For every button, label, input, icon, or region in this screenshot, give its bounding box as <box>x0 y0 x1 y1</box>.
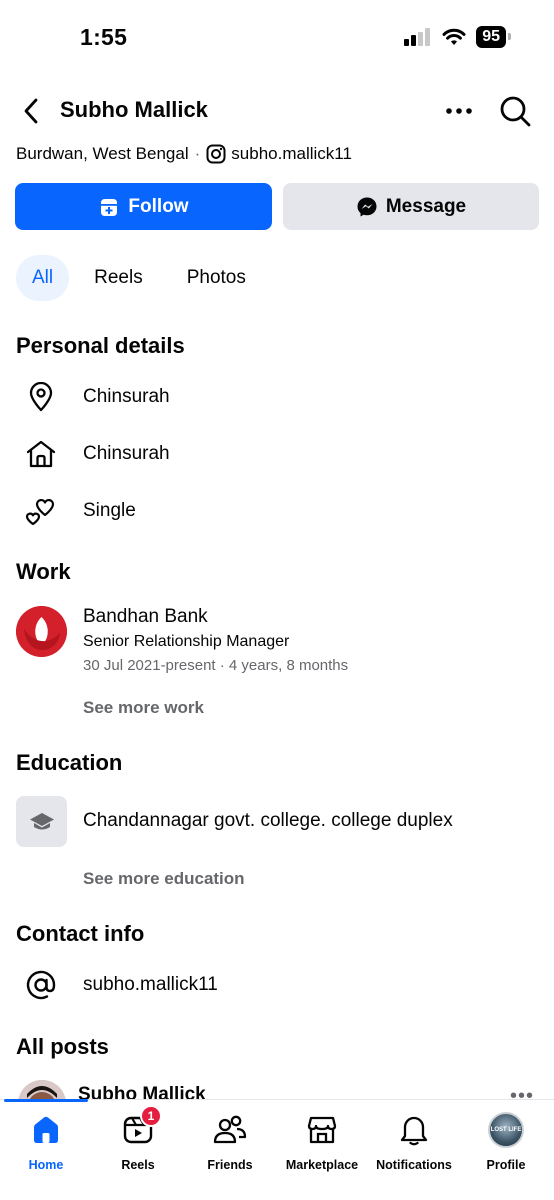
profile-header: Subho Mallick <box>0 86 554 134</box>
nav-friends[interactable]: Friends <box>184 1112 276 1172</box>
work-role: Senior Relationship Manager <box>83 633 290 650</box>
location-pin-icon <box>16 382 66 412</box>
nav-profile-label: Profile <box>486 1158 526 1172</box>
instagram-icon <box>206 144 226 164</box>
instagram-link[interactable]: subho.mallick11 <box>231 144 352 164</box>
separator-dot: · <box>194 144 201 163</box>
battery-indicator: 95 <box>476 26 511 48</box>
status-icons: 95 <box>404 26 511 48</box>
chevron-left-icon <box>24 98 38 124</box>
marketplace-icon <box>306 1112 338 1148</box>
section-title-education: Education <box>16 750 123 775</box>
work-entry[interactable]: Bandhan Bank Senior Relationship Manager… <box>83 605 348 677</box>
search-button[interactable] <box>496 92 534 130</box>
contact-handle-text[interactable]: subho.mallick11 <box>83 974 218 996</box>
nav-marketplace-label: Marketplace <box>285 1158 359 1172</box>
more-horizontal-icon <box>446 108 472 114</box>
tab-reels[interactable]: Reels <box>75 255 162 301</box>
tab-photos[interactable]: Photos <box>168 255 265 301</box>
avatar[interactable] <box>18 1080 66 1100</box>
bell-icon <box>399 1112 429 1148</box>
profile-tabs: All Reels Photos <box>16 255 265 301</box>
nav-reels-label: Reels <box>121 1158 155 1172</box>
page-title: Subho Mallick <box>60 97 208 122</box>
education-school[interactable]: Chandannagar govt. college. college dupl… <box>83 810 453 832</box>
nav-profile[interactable]: LOST LIFE Profile <box>460 1112 552 1172</box>
bottom-navigation: Home 1 Reels Friends Marketplace Notific… <box>0 1099 554 1200</box>
home-icon <box>16 439 66 469</box>
graduation-cap-icon <box>16 796 67 847</box>
message-button[interactable]: Message <box>283 183 539 230</box>
hometown-text: Chinsurah <box>83 443 170 464</box>
nav-reels[interactable]: 1 Reels <box>92 1105 184 1172</box>
nav-friends-label: Friends <box>207 1158 253 1172</box>
follow-label: Follow <box>128 195 189 217</box>
status-time: 1:55 <box>80 24 128 50</box>
post-more-button[interactable]: ••• <box>510 1085 534 1100</box>
home-icon <box>30 1112 62 1148</box>
nav-marketplace[interactable]: Marketplace <box>276 1112 368 1172</box>
hearts-icon <box>16 495 66 527</box>
post-preview: Subho Mallick ••• <box>0 1078 554 1100</box>
see-more-work-link[interactable]: See more work <box>83 698 204 718</box>
active-tab-indicator <box>4 1099 88 1102</box>
detail-row-contact: subho.mallick11 <box>16 963 536 1007</box>
relationship-text: Single <box>83 500 136 521</box>
detail-row-hometown: Chinsurah <box>16 432 536 476</box>
detail-row-current-city: Chinsurah <box>16 375 536 419</box>
section-title-contact-info: Contact info <box>16 921 145 946</box>
nav-home[interactable]: Home <box>0 1112 92 1172</box>
profile-subline: Burdwan, West Bengal · subho.mallick11 <box>16 144 352 164</box>
bandhan-bank-logo <box>16 606 67 657</box>
friends-icon <box>213 1112 247 1148</box>
work-dates: 30 Jul 2021-present · 4 years, 8 months <box>83 657 349 674</box>
see-more-education-link[interactable]: See more education <box>83 869 245 889</box>
cellular-signal-icon <box>404 28 431 46</box>
more-options-button[interactable] <box>440 94 478 128</box>
messenger-icon <box>357 197 377 216</box>
status-bar: 1:55 95 <box>0 0 554 76</box>
profile-avatar: LOST LIFE <box>488 1112 524 1148</box>
search-icon <box>500 96 531 127</box>
tab-all[interactable]: All <box>16 255 70 301</box>
nav-notifications-label: Notifications <box>376 1158 452 1172</box>
follow-add-icon <box>101 198 118 216</box>
follow-button[interactable]: Follow <box>15 183 272 230</box>
nav-home-label: Home <box>28 1158 64 1172</box>
section-title-personal-details: Personal details <box>16 333 185 358</box>
profile-actions: Follow Message <box>15 183 539 230</box>
section-title-all-posts: All posts <box>16 1034 109 1059</box>
profile-location: Burdwan, West Bengal <box>16 144 189 163</box>
message-label: Message <box>385 195 467 217</box>
work-company: Bandhan Bank <box>83 606 208 627</box>
current-city-text: Chinsurah <box>83 386 170 407</box>
detail-row-relationship: Single <box>16 489 536 533</box>
back-button[interactable] <box>14 94 48 128</box>
at-sign-icon <box>16 969 66 1001</box>
profile-avatar-wrap: LOST LIFE <box>488 1112 524 1148</box>
section-title-work: Work <box>16 559 71 584</box>
nav-notifications[interactable]: Notifications <box>368 1112 460 1172</box>
wifi-icon <box>442 28 466 45</box>
post-author[interactable]: Subho Mallick <box>78 1084 206 1100</box>
notification-badge: 1 <box>140 1105 162 1127</box>
reels-icon: 1 <box>122 1105 162 1148</box>
